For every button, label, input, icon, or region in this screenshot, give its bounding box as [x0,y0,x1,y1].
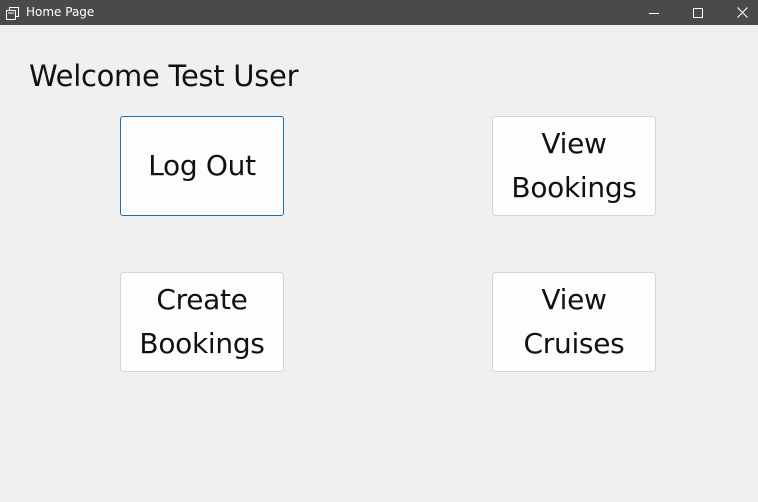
view-cruises-button[interactable]: View Cruises [492,272,656,372]
create-bookings-button[interactable]: Create Bookings [120,272,284,372]
maximize-icon [693,7,703,18]
close-button[interactable] [720,0,758,25]
log-out-button[interactable]: Log Out [120,116,284,216]
window-title: Home Page [26,5,95,19]
app-window: Home Page Welcome Test User Log Out View… [0,0,758,478]
maximize-button[interactable] [676,0,720,25]
minimize-icon [649,8,659,18]
welcome-heading: Welcome Test User [29,59,299,93]
close-icon [736,7,748,18]
window-restore-icon [6,5,19,20]
main-content: Welcome Test User Log Out View Bookings … [0,25,758,478]
minimize-button[interactable] [632,0,676,25]
title-bar[interactable]: Home Page [0,0,758,25]
view-bookings-button[interactable]: View Bookings [492,116,656,216]
